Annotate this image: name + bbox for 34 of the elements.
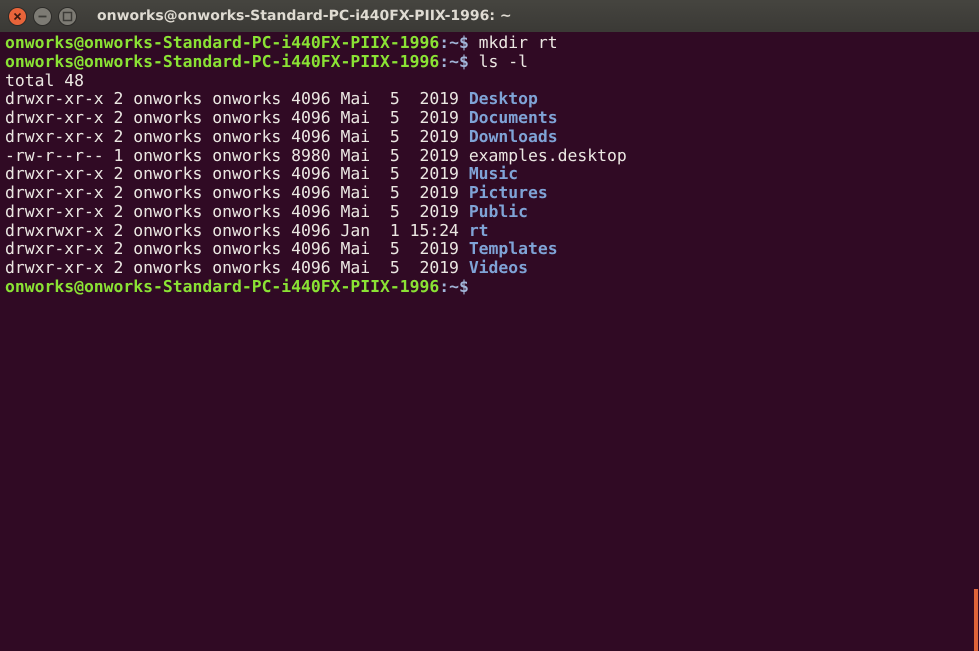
output-text: total 48: [5, 70, 84, 90]
command-text: ls -l: [478, 52, 528, 71]
prompt-user-host: onworks@onworks-Standard-PC-i440FX-PIIX-1996: [5, 33, 440, 52]
directory-name: Public: [468, 202, 528, 221]
file-details: drwxr-xr-x 2 onworks onworks 4096 Mai 5 2019: [5, 126, 459, 146]
window-title: onworks@onworks-Standard-PC-i440FX-PIIX-1996: ~: [97, 8, 512, 24]
directory-name: Templates: [468, 239, 558, 258]
file-details: drwxrwxr-x 2 onworks onworks 4096 Jan 1 15:24: [5, 220, 459, 240]
file-details: drwxr-xr-x 2 onworks onworks 4096 Mai 5 2019: [5, 108, 459, 127]
prompt-path: :~$: [439, 276, 469, 296]
close-icon[interactable]: [8, 6, 27, 26]
directory-name: rt: [468, 220, 489, 240]
directory-name: Videos: [468, 258, 528, 277]
file-details: drwxr-xr-x 2 onworks onworks 4096 Mai 5 2019: [5, 164, 459, 184]
prompt-path: :~$: [439, 52, 469, 71]
file-details: -rw-r--r-- 1 onworks onworks 8980 Mai 5 2019: [5, 146, 459, 164]
file-details: drwxr-xr-x 2 onworks onworks 4096 Mai 5 2019: [5, 202, 459, 221]
file-details: drwxr-xr-x 2 onworks onworks 4096 Mai 5 2019: [5, 183, 459, 202]
directory-name: Pictures: [468, 183, 548, 202]
prompt-user-host: onworks@onworks-Standard-PC-i440FX-PIIX-1996: [5, 52, 440, 71]
file-name: examples.desktop: [468, 146, 627, 164]
file-details: drwxr-xr-x 2 onworks onworks 4096 Mai 5 2019: [5, 239, 459, 258]
directory-name: Music: [468, 164, 518, 184]
prompt-path: :~$: [439, 33, 469, 52]
maximize-icon[interactable]: [58, 6, 77, 26]
directory-name: Desktop: [468, 89, 538, 108]
file-details: drwxr-xr-x 2 onworks onworks 4096 Mai 5 2019: [5, 258, 459, 277]
directory-name: Documents: [468, 108, 558, 127]
minimize-icon[interactable]: [33, 6, 52, 26]
file-details: drwxr-xr-x 2 onworks onworks 4096 Mai 5 2019: [5, 89, 459, 108]
command-text: mkdir rt: [478, 33, 558, 52]
directory-name: Downloads: [468, 126, 558, 146]
scrollbar-thumb[interactable]: [974, 589, 978, 651]
prompt-user-host: onworks@onworks-Standard-PC-i440FX-PIIX-1996: [5, 276, 440, 296]
